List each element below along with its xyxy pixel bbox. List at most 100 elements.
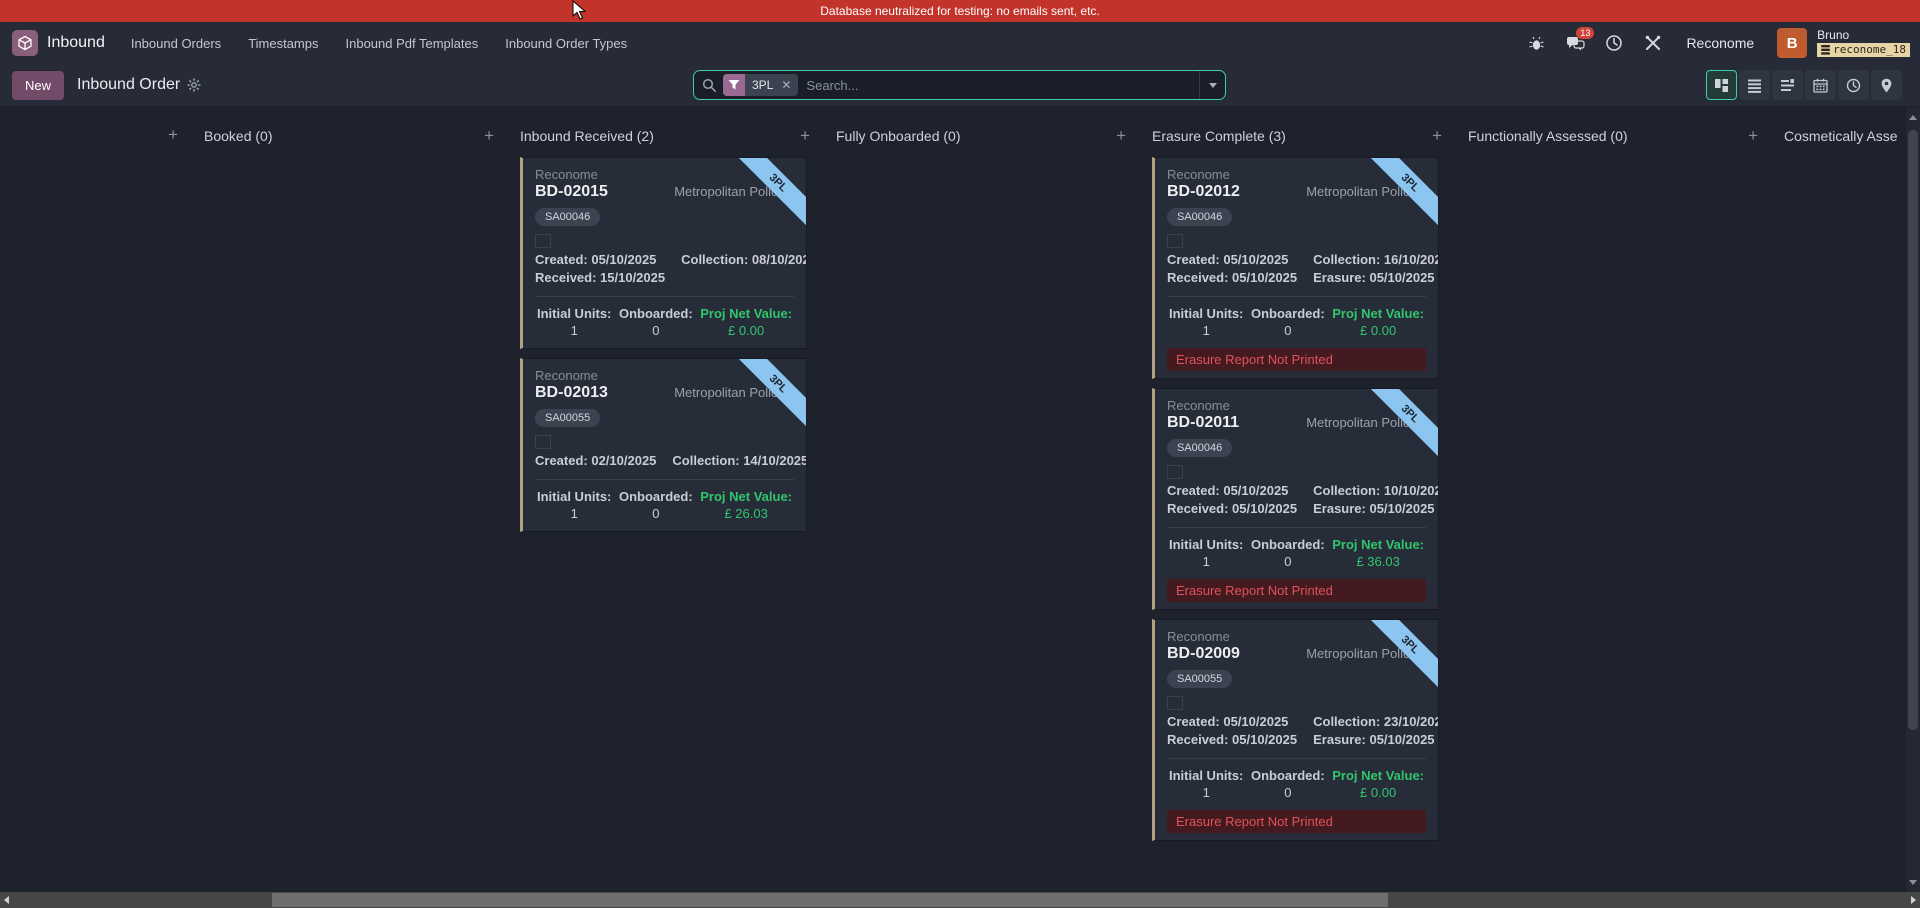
- kanban-column-header: Fully Onboarded (0) +: [822, 128, 1138, 144]
- add-column-record-button[interactable]: +: [800, 129, 810, 143]
- horizontal-scrollbar[interactable]: [0, 892, 1920, 908]
- card-reference: BD-02009: [1167, 645, 1240, 663]
- kanban-view-button[interactable]: [1706, 70, 1737, 100]
- initial-units-value: 1: [537, 506, 611, 521]
- card-checkbox[interactable]: [1167, 696, 1183, 710]
- kanban-card[interactable]: 3PL Reconome BD-02015 Metropolitan Polic…: [520, 157, 807, 349]
- proj-net-value-cell: Proj Net Value: £ 36.03: [1332, 537, 1424, 569]
- control-panel: New Inbound Order 3PL ✕: [0, 64, 1920, 106]
- company-switcher[interactable]: Reconome: [1686, 35, 1754, 51]
- add-column-record-button[interactable]: +: [1116, 129, 1126, 143]
- scroll-up-arrow-icon[interactable]: [1909, 115, 1917, 120]
- list-view-button[interactable]: [1739, 70, 1770, 100]
- facet-remove-icon[interactable]: ✕: [780, 78, 798, 92]
- new-button[interactable]: New: [12, 71, 64, 100]
- card-date-field: Erasure: 05/10/2025: [1313, 732, 1439, 747]
- kanban-card[interactable]: 3PL Reconome BD-02009 Metropolitan Polic…: [1152, 619, 1439, 841]
- user-menu[interactable]: Bruno reconome_18: [1817, 29, 1910, 56]
- column-title[interactable]: Fully Onboarded (0): [836, 128, 961, 144]
- kanban-card[interactable]: 3PL Reconome BD-02013 Metropolitan Polic…: [520, 358, 807, 532]
- tools-icon[interactable]: [1643, 33, 1663, 53]
- timeline-view-button[interactable]: [1772, 70, 1803, 100]
- nav-menu-item[interactable]: Timestamps: [248, 36, 318, 51]
- add-column-record-button[interactable]: +: [168, 128, 178, 142]
- search-input[interactable]: [798, 78, 1199, 93]
- card-date-field: Erasure: 05/10/2025: [1313, 501, 1439, 516]
- activity-view-button[interactable]: [1838, 70, 1869, 100]
- kanban-board-viewport: + Booked (0) + Inbound Received (2) + 3P…: [0, 106, 1906, 892]
- proj-net-value-value: £ 0.00: [700, 323, 792, 338]
- card-date-field: Created: 05/10/2025: [1167, 483, 1297, 498]
- column-title[interactable]: Cosmetically Asse: [1784, 128, 1898, 144]
- calendar-icon: [1813, 78, 1828, 93]
- breadcrumb: Inbound Order: [77, 76, 201, 94]
- onboarded-value: 0: [619, 506, 693, 521]
- add-column-record-button[interactable]: +: [484, 129, 494, 143]
- proj-net-value-label: Proj Net Value:: [1332, 537, 1424, 552]
- card-dates: Created: 02/10/2025Collection: 14/10/202…: [535, 453, 794, 468]
- card-reference: BD-02013: [535, 384, 608, 402]
- horizontal-scrollbar-thumb[interactable]: [272, 893, 1388, 907]
- card-date-field: Collection: 10/10/2025: [1313, 483, 1439, 498]
- scroll-right-arrow-icon[interactable]: [1911, 896, 1916, 904]
- navbar: Inbound Inbound Orders Timestamps Inboun…: [0, 22, 1920, 64]
- kanban-column: Booked (0) +: [190, 106, 506, 157]
- page-title: Inbound Order: [77, 76, 180, 94]
- onboarded-value: 0: [619, 323, 693, 338]
- onboarded-cell: Onboarded: 0: [619, 306, 693, 338]
- initial-units-cell: Initial Units: 1: [1169, 768, 1243, 800]
- kanban-icon: [1714, 78, 1729, 93]
- onboarded-label: Onboarded:: [619, 489, 693, 504]
- add-column-record-button[interactable]: +: [1432, 129, 1442, 143]
- vertical-scrollbar[interactable]: [1906, 108, 1920, 892]
- card-date-field: Received: 05/10/2025: [1167, 270, 1297, 285]
- proj-net-value-label: Proj Net Value:: [700, 306, 792, 321]
- kanban-board: + Booked (0) + Inbound Received (2) + 3P…: [0, 106, 1906, 892]
- kanban-card[interactable]: 3PL Reconome BD-02012 Metropolitan Polic…: [1152, 157, 1439, 379]
- card-date-field: Collection: 23/10/2025: [1313, 714, 1439, 729]
- onboarded-cell: Onboarded: 0: [1251, 306, 1325, 338]
- bug-icon[interactable]: [1526, 33, 1546, 53]
- card-checkbox[interactable]: [535, 234, 551, 248]
- scroll-left-arrow-icon[interactable]: [4, 896, 9, 904]
- add-column-record-button[interactable]: +: [1748, 129, 1758, 143]
- kanban-card[interactable]: 3PL Reconome BD-02011 Metropolitan Polic…: [1152, 388, 1439, 610]
- initial-units-label: Initial Units:: [1169, 537, 1243, 552]
- map-view-button[interactable]: [1871, 70, 1902, 100]
- initial-units-cell: Initial Units: 1: [1169, 306, 1243, 338]
- nav-menu-item[interactable]: Inbound Pdf Templates: [346, 36, 479, 51]
- column-title[interactable]: Booked (0): [204, 128, 272, 144]
- avatar[interactable]: B: [1777, 28, 1807, 58]
- vertical-scrollbar-thumb[interactable]: [1908, 130, 1918, 730]
- kanban-column: Fully Onboarded (0) +: [822, 106, 1138, 157]
- kanban-column: +: [0, 106, 190, 155]
- card-checkbox[interactable]: [1167, 465, 1183, 479]
- column-title[interactable]: Erasure Complete (3): [1152, 128, 1286, 144]
- search-dropdown-toggle[interactable]: [1199, 71, 1225, 99]
- initial-units-value: 1: [1169, 554, 1243, 569]
- scroll-down-arrow-icon[interactable]: [1909, 880, 1917, 885]
- card-title-row: BD-02009 Metropolitan Police ,: [1167, 645, 1426, 663]
- messages-icon[interactable]: 13: [1565, 33, 1585, 53]
- column-title[interactable]: Inbound Received (2): [520, 128, 654, 144]
- kanban-column-header: Booked (0) +: [190, 128, 506, 144]
- gear-icon[interactable]: [187, 78, 201, 92]
- column-title[interactable]: Functionally Assessed (0): [1468, 128, 1628, 144]
- proj-net-value-label: Proj Net Value:: [1332, 768, 1424, 783]
- card-reference: BD-02015: [535, 183, 608, 201]
- kanban-column-header: Inbound Received (2) +: [506, 128, 822, 144]
- nav-menu-item[interactable]: Inbound Orders: [131, 36, 221, 51]
- calendar-view-button[interactable]: [1805, 70, 1836, 100]
- activities-clock-icon[interactable]: [1604, 33, 1624, 53]
- card-checkbox[interactable]: [1167, 234, 1183, 248]
- onboarded-value: 0: [1251, 323, 1325, 338]
- erasure-warning: Erasure Report Not Printed: [1167, 348, 1426, 371]
- onboarded-label: Onboarded:: [1251, 306, 1325, 321]
- card-tag: SA00046: [535, 208, 600, 226]
- app-icon[interactable]: [12, 30, 38, 56]
- nav-menu-item[interactable]: Inbound Order Types: [505, 36, 627, 51]
- list-icon: [1747, 78, 1762, 93]
- app-name[interactable]: Inbound: [47, 34, 105, 52]
- card-checkbox[interactable]: [535, 435, 551, 449]
- kanban-column-header: Erasure Complete (3) +: [1138, 128, 1454, 144]
